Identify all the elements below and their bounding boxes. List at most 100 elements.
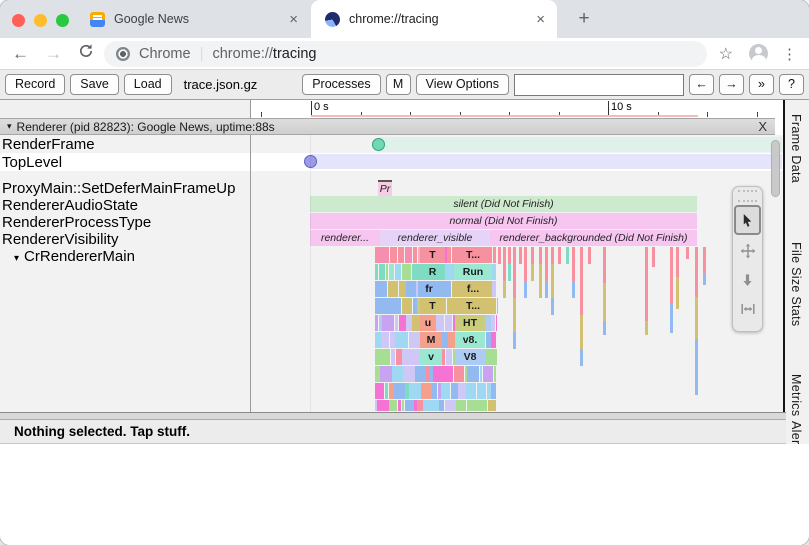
find-previous-button[interactable]: ←	[689, 74, 714, 95]
trace-slice[interactable]	[375, 298, 380, 314]
trace-slice-labeled[interactable]: fr	[418, 281, 440, 297]
trace-slice[interactable]	[432, 383, 437, 399]
record-button[interactable]: Record	[5, 74, 65, 95]
trace-slice[interactable]	[395, 264, 402, 280]
trace-spike-slice[interactable]	[670, 303, 673, 333]
trace-slice[interactable]	[395, 332, 400, 348]
traffic-light-minimize[interactable]	[34, 14, 47, 27]
trace-slice[interactable]	[488, 400, 493, 411]
save-button[interactable]: Save	[70, 74, 119, 95]
trace-slice[interactable]	[375, 264, 378, 280]
trace-slice[interactable]	[426, 366, 429, 382]
trace-stage[interactable]: Prsilent (Did Not Finish)normal (Did Not…	[0, 135, 784, 412]
trace-slice[interactable]	[391, 349, 396, 365]
metrics-m-button[interactable]: M	[386, 74, 411, 95]
trace-slice[interactable]	[417, 400, 423, 411]
traffic-light-zoom[interactable]	[56, 14, 69, 27]
trace-slice[interactable]	[447, 247, 451, 263]
trace-spike-slice[interactable]	[551, 247, 554, 264]
trace-slice[interactable]	[389, 383, 394, 399]
traffic-light-close[interactable]	[12, 14, 25, 27]
trace-spike-slice[interactable]	[551, 298, 554, 315]
trace-spike-slice[interactable]	[508, 264, 511, 281]
state-slice[interactable]: normal (Did Not Finish)	[310, 213, 697, 229]
trace-slice-labeled[interactable]: T...	[454, 298, 492, 314]
trace-slice[interactable]	[399, 315, 406, 331]
trace-slice[interactable]	[405, 247, 413, 263]
state-slice[interactable]: renderer_visible	[380, 230, 490, 246]
vertical-scrollbar-thumb[interactable]	[771, 140, 780, 197]
trace-slice[interactable]	[454, 366, 464, 382]
track-label[interactable]: TopLevel	[0, 154, 250, 171]
trace-slice[interactable]	[446, 349, 453, 365]
trace-spike-slice[interactable]	[645, 247, 648, 321]
timeline-ruler[interactable]: 0 s10 s	[250, 100, 787, 118]
trace-slice[interactable]	[487, 383, 491, 399]
trace-spike-slice[interactable]	[603, 321, 606, 335]
trace-slice[interactable]	[405, 383, 409, 399]
state-slice[interactable]: renderer...	[310, 230, 380, 246]
processes-button[interactable]: Processes	[302, 74, 380, 95]
tab-close-icon[interactable]: ×	[289, 11, 298, 28]
tab-google-news[interactable]: Google News ×	[76, 0, 310, 38]
trace-slice[interactable]	[423, 400, 435, 411]
trace-spike-slice[interactable]	[513, 332, 516, 349]
load-button[interactable]: Load	[124, 74, 172, 95]
trace-slice[interactable]	[413, 247, 417, 263]
instant-event-marker[interactable]	[372, 138, 385, 151]
trace-slice[interactable]	[406, 315, 412, 331]
trace-spike-slice[interactable]	[558, 247, 561, 264]
trace-spike-slice[interactable]	[545, 247, 548, 281]
trace-slice[interactable]	[467, 366, 479, 382]
section-close-button[interactable]: X	[758, 119, 767, 134]
trace-slice[interactable]	[485, 315, 490, 331]
trace-slice[interactable]	[483, 366, 493, 382]
profile-avatar[interactable]	[749, 44, 768, 63]
trace-spike-slice[interactable]	[580, 315, 583, 349]
trace-slice[interactable]	[409, 298, 412, 314]
trace-slice[interactable]	[399, 281, 406, 297]
help-button[interactable]: ?	[779, 74, 804, 95]
trace-slice[interactable]	[392, 366, 402, 382]
find-input[interactable]	[514, 74, 684, 96]
trace-slice-labeled[interactable]: v	[420, 349, 442, 365]
trace-slice-labeled[interactable]: T	[420, 298, 445, 314]
trace-slice[interactable]	[445, 315, 453, 331]
trace-slice[interactable]	[458, 383, 465, 399]
trace-slice[interactable]	[484, 349, 496, 365]
trace-slice[interactable]	[406, 281, 415, 297]
trace-slice[interactable]	[493, 247, 497, 263]
trace-slice[interactable]	[375, 315, 378, 331]
back-icon[interactable]: ←	[12, 44, 29, 64]
trace-slice[interactable]	[467, 400, 478, 411]
sidebar-tab-alerts[interactable]: Alerts	[789, 421, 803, 444]
zoom-tool-button[interactable]	[736, 267, 759, 293]
trace-slice[interactable]	[496, 349, 497, 365]
trace-slice[interactable]	[456, 400, 466, 411]
trace-slice[interactable]	[402, 264, 411, 280]
trace-slice[interactable]	[477, 383, 487, 399]
trace-slice[interactable]	[375, 349, 386, 365]
trace-slice-labeled[interactable]: T	[420, 247, 445, 263]
trace-slice[interactable]	[491, 383, 496, 399]
trace-spike-slice[interactable]	[572, 247, 575, 281]
tab-close-icon[interactable]: ×	[536, 11, 545, 28]
trace-slice[interactable]	[378, 383, 384, 399]
trace-slice[interactable]	[379, 264, 385, 280]
trace-spike-slice[interactable]	[686, 247, 689, 259]
trace-spike-slice[interactable]	[695, 339, 698, 395]
trace-slice-labeled[interactable]: M	[420, 332, 442, 348]
trace-slice[interactable]	[389, 264, 395, 280]
trace-slice[interactable]	[412, 264, 417, 280]
collapse-controls-button[interactable]: »	[749, 74, 774, 95]
trace-slice[interactable]	[439, 400, 444, 411]
trace-slice[interactable]	[388, 281, 399, 297]
sidebar-tab-metrics[interactable]: Metrics	[789, 374, 803, 416]
trace-slice[interactable]	[478, 400, 487, 411]
trace-slice[interactable]	[377, 400, 389, 411]
reload-icon[interactable]	[78, 43, 94, 64]
trace-spike-slice[interactable]	[503, 247, 506, 281]
trace-spike-slice[interactable]	[603, 283, 606, 321]
trace-slice[interactable]	[445, 400, 456, 411]
trace-spike-slice[interactable]	[695, 247, 698, 297]
